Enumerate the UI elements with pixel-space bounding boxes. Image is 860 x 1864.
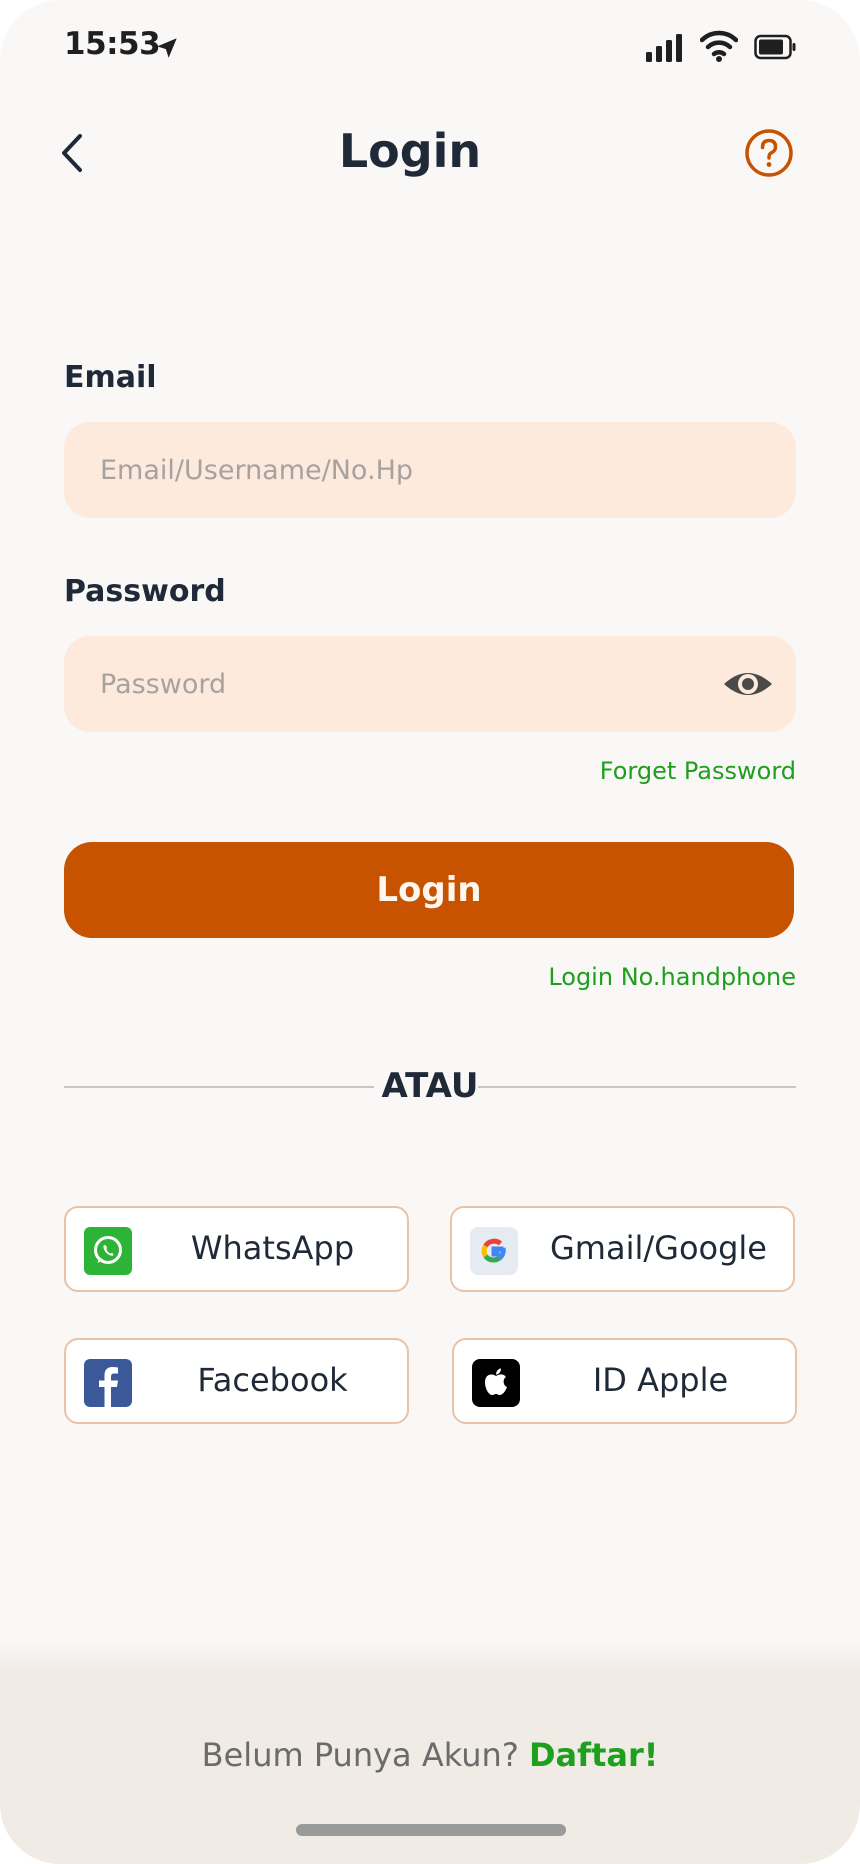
footer-shadow	[0, 1640, 860, 1672]
facebook-login-button[interactable]: Facebook	[64, 1338, 409, 1424]
cellular-signal-icon	[646, 34, 682, 62]
footer: Belum Punya Akun? Daftar!	[0, 1672, 860, 1864]
status-bar: 15:53	[0, 0, 860, 100]
apple-login-button[interactable]: ID Apple	[452, 1338, 797, 1424]
apple-label: ID Apple	[592, 1361, 729, 1399]
whatsapp-login-button[interactable]: WhatsApp	[64, 1206, 409, 1292]
facebook-label: Facebook	[197, 1361, 348, 1399]
login-phone-link[interactable]: Login No.handphone	[548, 963, 796, 991]
page-title: Login	[338, 124, 482, 178]
question-circle-icon[interactable]	[744, 128, 794, 178]
wifi-icon	[700, 30, 738, 62]
email-label: Email	[64, 360, 157, 395]
whatsapp-icon	[84, 1227, 132, 1275]
google-label: Gmail/Google	[550, 1229, 767, 1267]
forget-password-link[interactable]: Forget Password	[600, 757, 796, 785]
whatsapp-label: WhatsApp	[190, 1229, 355, 1267]
login-button[interactable]: Login	[64, 842, 794, 938]
facebook-icon	[84, 1359, 132, 1407]
apple-icon	[472, 1359, 520, 1407]
google-login-button[interactable]: Gmail/Google	[450, 1206, 795, 1292]
email-input[interactable]	[100, 422, 720, 518]
email-field-container[interactable]	[64, 422, 796, 518]
battery-icon	[754, 34, 796, 60]
login-screen: 15:53 Login Email Email/Username/No.Hp P…	[0, 0, 860, 1864]
signup-link[interactable]: Daftar!	[529, 1736, 658, 1774]
google-icon	[470, 1227, 518, 1275]
password-label: Password	[64, 574, 226, 609]
location-arrow-icon	[157, 38, 177, 58]
signup-prompt-row: Belum Punya Akun? Daftar!	[0, 1736, 860, 1774]
password-input[interactable]	[100, 636, 720, 732]
home-indicator	[296, 1824, 566, 1836]
divider-line-left	[64, 1086, 374, 1088]
signup-prompt: Belum Punya Akun?	[201, 1736, 519, 1774]
password-field-container[interactable]	[64, 636, 796, 732]
eye-icon[interactable]	[722, 664, 774, 704]
divider-line-right	[478, 1086, 796, 1088]
status-time: 15:53	[64, 26, 161, 62]
